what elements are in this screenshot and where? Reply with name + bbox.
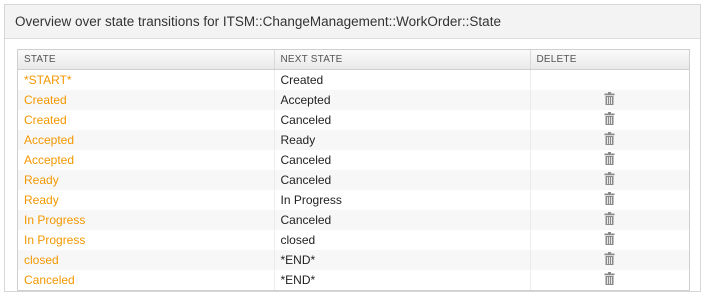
trash-icon[interactable] (604, 92, 615, 108)
trash-icon[interactable] (604, 232, 615, 248)
table-row: Created Canceled (18, 110, 689, 130)
next-state-text: Canceled (280, 173, 332, 187)
delete-cell (530, 230, 689, 250)
next-state-cell: closed (274, 230, 531, 250)
state-cell: In Progress (18, 230, 275, 250)
next-state-text: *END* (280, 253, 316, 267)
next-state-text: Canceled (280, 213, 332, 227)
delete-cell (530, 150, 689, 170)
trash-icon[interactable] (604, 212, 615, 228)
delete-cell (530, 170, 689, 190)
next-state-cell: Canceled (274, 210, 531, 230)
delete-cell (530, 190, 689, 210)
state-link[interactable]: In Progress (24, 233, 85, 247)
delete-cell (530, 250, 689, 270)
next-state-cell: Ready (274, 130, 531, 150)
table-row: Ready In Progress (18, 190, 689, 210)
next-state-cell: *END* (274, 270, 531, 290)
table-row: Canceled *END* (18, 270, 689, 290)
next-state-text: In Progress (280, 193, 342, 207)
next-state-cell: In Progress (274, 190, 531, 210)
trash-icon[interactable] (604, 272, 615, 288)
state-cell: Created (18, 110, 275, 130)
next-state-cell: Accepted (274, 90, 531, 110)
state-transitions-widget: Overview over state transitions for ITSM… (4, 4, 701, 292)
next-state-text: closed (280, 233, 316, 247)
next-state-cell: Canceled (274, 110, 531, 130)
next-state-text: *END* (280, 273, 316, 287)
column-header-next-state: NEXT STATE (274, 50, 531, 70)
state-link[interactable]: *START* (24, 73, 72, 87)
state-cell: Ready (18, 170, 275, 190)
state-cell: closed (18, 250, 275, 270)
delete-cell (530, 110, 689, 130)
state-cell: *START* (18, 69, 275, 90)
transitions-table-container: STATE NEXT STATE DELETE *START* Created … (17, 49, 690, 291)
next-state-cell: *END* (274, 250, 531, 270)
table-row: Created Accepted (18, 90, 689, 110)
state-cell: Ready (18, 190, 275, 210)
delete-cell (530, 270, 689, 290)
state-link[interactable]: Created (24, 93, 67, 107)
state-link[interactable]: closed (24, 253, 59, 267)
state-link[interactable]: Created (24, 113, 67, 127)
delete-cell (530, 130, 689, 150)
table-row: *START* Created (18, 69, 689, 91)
state-link[interactable]: Ready (24, 193, 59, 207)
trash-icon[interactable] (604, 152, 615, 168)
state-link[interactable]: Canceled (24, 273, 75, 287)
trash-icon[interactable] (604, 192, 615, 208)
delete-cell (530, 90, 689, 110)
table-row: In Progress Canceled (18, 210, 689, 230)
delete-cell (530, 70, 689, 91)
column-header-delete: DELETE (530, 50, 689, 70)
next-state-text: Canceled (280, 153, 332, 167)
table-row: In Progress closed (18, 230, 689, 250)
next-state-text: Accepted (280, 93, 331, 107)
transitions-table: STATE NEXT STATE DELETE *START* Created … (18, 50, 689, 290)
state-link[interactable]: Accepted (24, 153, 74, 167)
state-link[interactable]: Ready (24, 173, 59, 187)
table-row: closed *END* (18, 250, 689, 270)
widget-title: Overview over state transitions for ITSM… (5, 5, 700, 39)
column-header-state: STATE (18, 50, 275, 70)
next-state-text: Ready (280, 133, 316, 147)
table-header-row: STATE NEXT STATE DELETE (18, 50, 689, 70)
table-row: Ready Canceled (18, 170, 689, 190)
next-state-text: Created (280, 73, 324, 87)
state-cell: In Progress (18, 210, 275, 230)
state-link[interactable]: Accepted (24, 133, 74, 147)
trash-icon[interactable] (604, 252, 615, 268)
next-state-cell: Canceled (274, 150, 531, 170)
table-row: Accepted Ready (18, 130, 689, 150)
trash-icon[interactable] (604, 112, 615, 128)
next-state-cell: Created (274, 69, 531, 90)
table-row: Accepted Canceled (18, 150, 689, 170)
table-body: *START* Created Created Accepted Created… (18, 69, 689, 290)
trash-icon[interactable] (604, 132, 615, 148)
trash-icon[interactable] (604, 172, 615, 188)
state-link[interactable]: In Progress (24, 213, 85, 227)
state-cell: Canceled (18, 270, 275, 290)
state-cell: Created (18, 90, 275, 110)
state-cell: Accepted (18, 150, 275, 170)
state-cell: Accepted (18, 130, 275, 150)
next-state-text: Canceled (280, 113, 332, 127)
delete-cell (530, 210, 689, 230)
next-state-cell: Canceled (274, 170, 531, 190)
